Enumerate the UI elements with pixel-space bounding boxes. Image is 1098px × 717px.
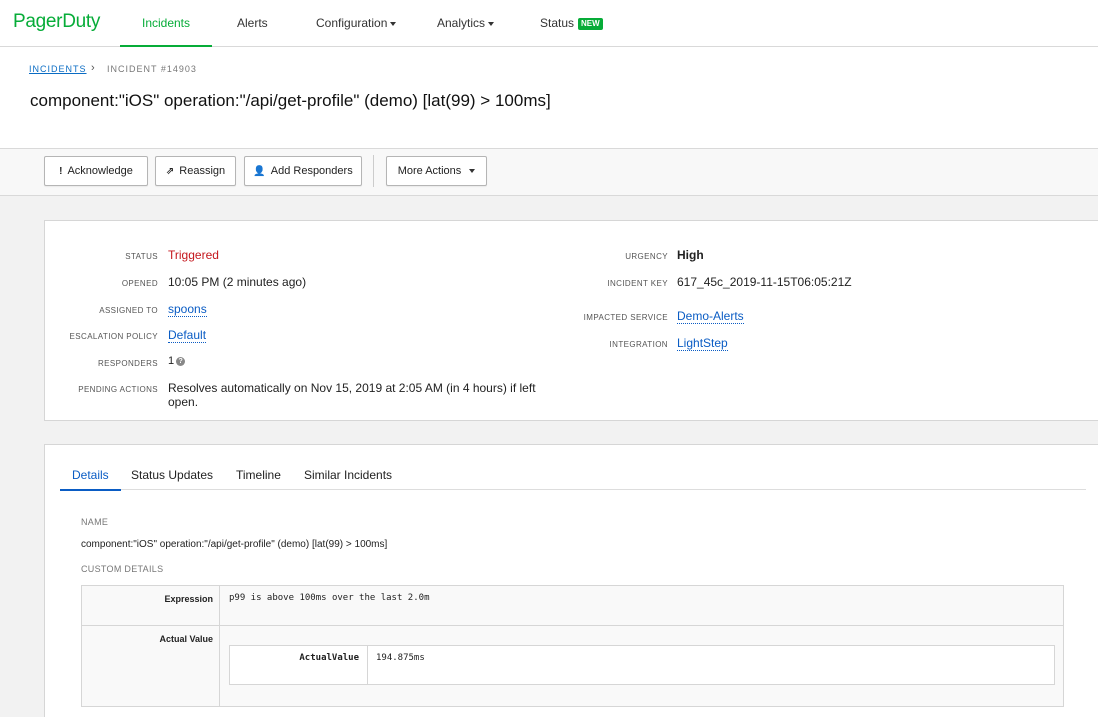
- expression-value: p99 is above 100ms over the last 2.0m: [229, 593, 430, 603]
- nav-configuration-label: Configuration: [316, 16, 388, 30]
- reassign-button[interactable]: ⇗ Reassign: [155, 156, 236, 186]
- caret-down-icon: [390, 21, 397, 26]
- escalation-policy-link[interactable]: Default: [168, 328, 207, 343]
- pending-actions-value: Resolves automatically on Nov 15, 2019 a…: [168, 381, 536, 409]
- new-badge: NEW: [578, 17, 603, 30]
- expression-key: Expression: [82, 586, 220, 625]
- nav-alerts[interactable]: Alerts: [237, 0, 268, 47]
- assigned-user-link[interactable]: spoons: [168, 302, 207, 317]
- nav-configuration[interactable]: Configuration: [316, 0, 397, 47]
- nav-analytics[interactable]: Analytics: [437, 0, 495, 47]
- nav-status-label: Status: [540, 16, 575, 30]
- incident-name-value: component:"iOS" operation:"/api/get-prof…: [81, 539, 388, 550]
- nav-analytics-label: Analytics: [437, 16, 486, 30]
- share-icon: ⇗: [165, 165, 175, 177]
- acknowledge-label: Acknowledge: [67, 165, 133, 177]
- reassign-label: Reassign: [179, 165, 226, 177]
- incident-details-card: Details Status Updates Timeline Similar …: [44, 444, 1098, 717]
- nav-status[interactable]: Status NEW: [540, 0, 603, 47]
- tab-similar-incidents[interactable]: Similar Incidents: [304, 468, 392, 482]
- opened-value: 10:05 PM (2 minutes ago): [168, 275, 307, 289]
- incident-header: INCIDENTS › INCIDENT #14903 component:"i…: [0, 47, 1098, 148]
- tab-details[interactable]: Details: [60, 468, 121, 491]
- breadcrumb-incidents-link[interactable]: INCIDENTS: [29, 64, 87, 74]
- actual-value-key: Actual Value: [82, 626, 220, 706]
- add-responders-button[interactable]: 👤 Add Responders: [244, 156, 362, 186]
- add-responders-label: Add Responders: [270, 165, 353, 177]
- name-label: NAME: [81, 517, 109, 527]
- acknowledge-button[interactable]: ! Acknowledge: [44, 156, 148, 186]
- assigned-label: ASSIGNED TO: [99, 306, 158, 315]
- breadcrumb-current: INCIDENT #14903: [107, 64, 197, 74]
- table-row: Actual Value ActualValue 194.875ms: [82, 626, 1063, 706]
- urgency-label: URGENCY: [625, 252, 668, 261]
- responders-value: 1?: [168, 355, 186, 367]
- more-actions-label: More Actions: [397, 165, 462, 177]
- pending-actions-label: PENDING ACTIONS: [78, 385, 158, 394]
- tab-status-updates[interactable]: Status Updates: [131, 468, 213, 482]
- chevron-right-icon: ›: [91, 62, 95, 74]
- incident-key-label: INCIDENT KEY: [607, 279, 668, 288]
- action-toolbar: ! Acknowledge ⇗ Reassign 👤 Add Responder…: [0, 148, 1098, 196]
- nested-actual-value: 194.875ms: [376, 653, 425, 663]
- add-user-icon: 👤: [253, 165, 266, 177]
- integration-label: INTEGRATION: [609, 340, 668, 349]
- urgency-value: High: [677, 248, 704, 262]
- escalation-label: ESCALATION POLICY: [69, 332, 158, 341]
- responders-label: RESPONDERS: [97, 359, 158, 368]
- responders-count: 1: [168, 355, 175, 367]
- custom-details-label: CUSTOM DETAILS: [81, 564, 164, 574]
- incident-key-value: 617_45c_2019-11-15T06:05:21Z: [677, 275, 852, 289]
- integration-link[interactable]: LightStep: [677, 336, 728, 351]
- caret-down-icon: [469, 169, 476, 173]
- top-nav: PagerDuty Incidents Alerts Configuration…: [0, 0, 1098, 47]
- incident-summary-card: STATUS Triggered OPENED 10:05 PM (2 minu…: [44, 220, 1098, 421]
- exclamation-icon: !: [59, 165, 63, 177]
- details-tabs: Details Status Updates Timeline Similar …: [60, 457, 1086, 491]
- more-actions-button[interactable]: More Actions: [386, 156, 487, 186]
- status-label: STATUS: [125, 252, 158, 261]
- table-row: Expression p99 is above 100ms over the l…: [82, 586, 1063, 626]
- opened-label: OPENED: [121, 279, 158, 288]
- actual-value-nested-table: ActualValue 194.875ms: [229, 645, 1055, 685]
- page-title: component:"iOS" operation:"/api/get-prof…: [30, 91, 551, 110]
- toolbar-divider: [373, 155, 374, 187]
- custom-details-table: Expression p99 is above 100ms over the l…: [81, 585, 1064, 707]
- question-icon[interactable]: ?: [176, 357, 186, 366]
- nested-actual-value-key: ActualValue: [230, 646, 368, 684]
- tab-timeline[interactable]: Timeline: [236, 468, 281, 482]
- caret-down-icon: [488, 21, 495, 26]
- pagerduty-logo[interactable]: PagerDuty: [13, 11, 100, 33]
- impacted-service-label: IMPACTED SERVICE: [583, 313, 668, 322]
- status-value: Triggered: [168, 248, 219, 262]
- nav-incidents[interactable]: Incidents: [120, 0, 212, 47]
- impacted-service-link[interactable]: Demo-Alerts: [677, 309, 744, 324]
